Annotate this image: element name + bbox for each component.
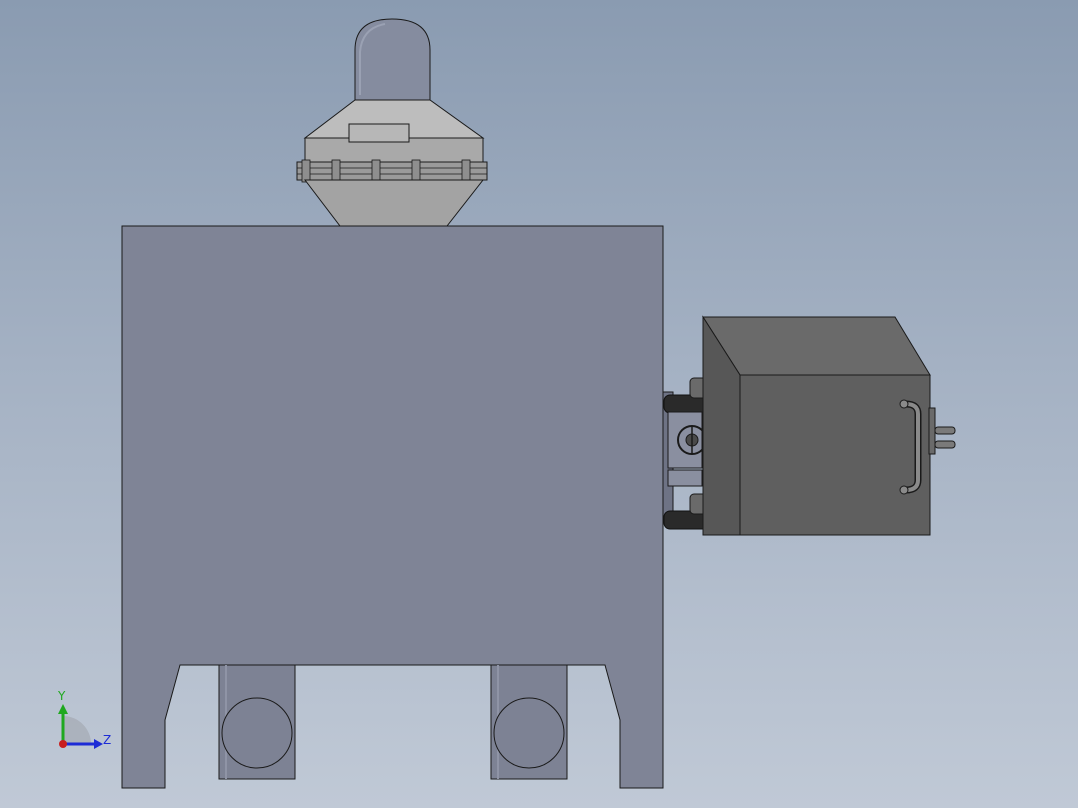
z-axis-arrowhead: [94, 739, 103, 749]
orientation-triad: Y Z: [57, 689, 111, 749]
main-cabinet-body[interactable]: [121, 225, 664, 789]
hopper-flange: [296, 161, 488, 181]
model-scene[interactable]: Y Z: [0, 0, 1078, 808]
conical-hopper[interactable]: [296, 99, 488, 227]
motor-latch[interactable]: [928, 407, 956, 455]
top-dome-cap[interactable]: [354, 18, 431, 101]
triad-quarter-disc: [63, 716, 91, 744]
hopper-access-hatch[interactable]: [348, 123, 410, 143]
motor-housing[interactable]: [702, 315, 931, 536]
3d-viewport[interactable]: Y Z: [0, 0, 1078, 808]
outlet-pipe-left[interactable]: [218, 664, 296, 780]
y-axis-arrowhead: [58, 704, 68, 714]
z-axis-label: Z: [103, 733, 111, 747]
y-axis-label: Y: [57, 689, 66, 703]
outlet-pipe-right[interactable]: [490, 664, 568, 780]
x-axis-dot: [59, 740, 67, 748]
